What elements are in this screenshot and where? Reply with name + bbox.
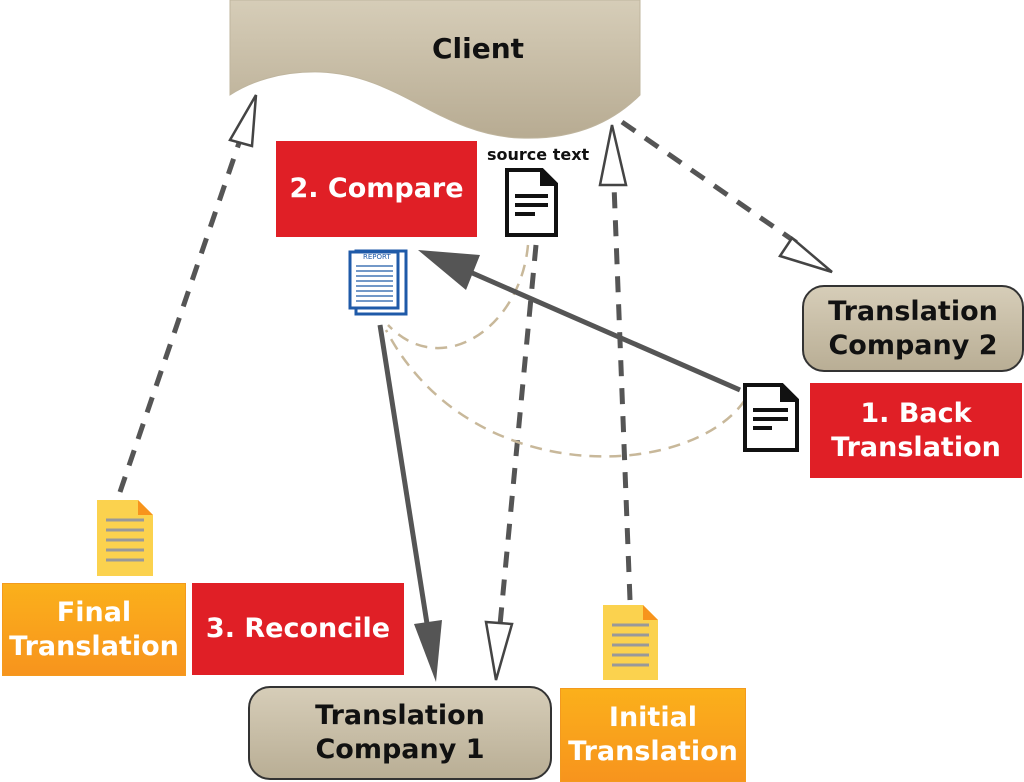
- arrow-client-to-company2: [620, 119, 802, 248]
- company1-line1: Translation: [315, 700, 485, 732]
- compare-box: 2. Compare: [276, 141, 477, 237]
- company2-line2: Company 2: [828, 329, 998, 361]
- final-translation-box: Final Translation: [2, 583, 186, 676]
- arrow-back-to-compare: [468, 269, 742, 393]
- back-translation-line1: 1. Back: [860, 397, 972, 429]
- arrowhead-company2: [778, 236, 833, 274]
- arrow-final-to-client: [117, 139, 243, 493]
- final-translation-line2: Translation: [9, 630, 179, 662]
- arrowhead-compare: [418, 250, 480, 290]
- client-label: Client: [432, 32, 525, 65]
- source-document-icon: [505, 168, 558, 237]
- source-text-label: source text: [487, 145, 590, 164]
- client-shape: [229, 0, 641, 139]
- back-translation-box: 1. Back Translation: [810, 383, 1022, 478]
- arrow-source-to-company1: [497, 244, 539, 626]
- initial-translation-line1: Initial: [608, 702, 698, 734]
- arrowhead-client: [228, 94, 258, 148]
- arrowhead-initial: [598, 124, 628, 187]
- arrowhead-company1-solid: [414, 620, 442, 682]
- reconcile-box: 3. Reconcile: [192, 583, 404, 675]
- report-icon: REPORT: [348, 249, 408, 316]
- report-label: REPORT: [363, 253, 391, 261]
- final-translation-line1: Final: [56, 596, 132, 628]
- arrowhead-company1: [484, 620, 514, 681]
- translation-company-1: Translation Company 1: [248, 686, 552, 780]
- back-translation-document-icon: [743, 383, 799, 452]
- arrow-initial-to-client: [611, 184, 633, 601]
- back-translation-line2: Translation: [831, 431, 1001, 463]
- company1-line2: Company 1: [315, 734, 485, 765]
- company2-line1: Translation: [828, 295, 998, 327]
- final-translation-document-icon: [97, 500, 153, 576]
- initial-translation-box: Initial Translation: [560, 688, 746, 782]
- translation-company-2: Translation Company 2: [802, 285, 1024, 372]
- initial-translation-line2: Translation: [568, 736, 738, 767]
- initial-translation-document-icon: [603, 605, 658, 680]
